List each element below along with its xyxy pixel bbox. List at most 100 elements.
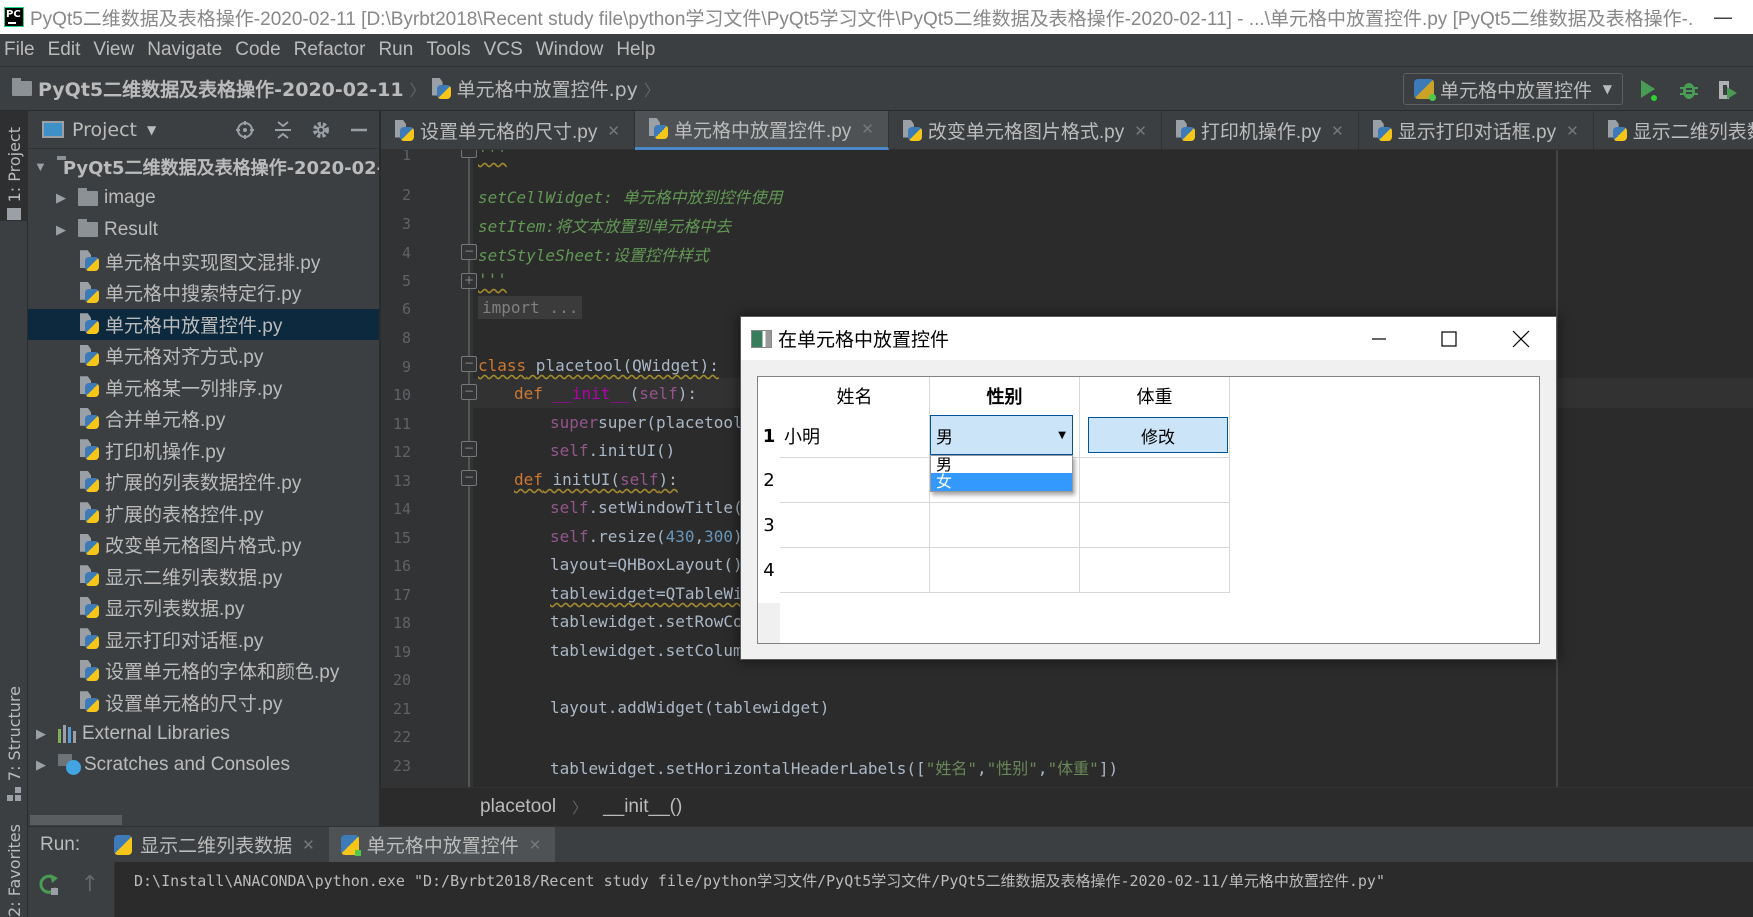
scroll-up-button[interactable]: ↑ [80,872,100,898]
tool-window-structure-tab[interactable]: 7: Structure [0,671,28,801]
tree-item-file[interactable]: 单元格中搜索特定行.py [28,277,379,309]
tool-window-favorites-tab[interactable]: 2: Favorites [0,811,28,917]
scrollbar-thumb[interactable] [30,815,122,825]
table-cell[interactable] [1080,458,1230,503]
tree-item-file[interactable]: 单元格某一列排序.py [28,372,379,404]
menu-code[interactable]: Code [230,39,288,61]
tree-item-file[interactable]: 设置单元格的字体和颜色.py [28,655,379,687]
table-cell[interactable] [780,503,930,548]
tree-item-file[interactable]: 设置单元格的尺寸.py [28,687,379,719]
row-header[interactable]: 4 [758,548,780,593]
tree-item-file[interactable]: 显示二维列表数据.py [28,561,379,593]
table-cell[interactable]: 小明 [780,415,930,458]
editor-tab[interactable]: 打印机操作.py ✕ [1162,111,1359,150]
tree-item-file[interactable]: 扩展的表格控件.py [28,498,379,530]
editor-tab[interactable]: 显示打印对话框.py ✕ [1359,111,1594,150]
table-cell[interactable] [930,503,1080,548]
folded-imports[interactable]: import ... [478,296,583,319]
editor-tab[interactable]: 改变单元格图片格式.py ✕ [889,111,1162,150]
project-view-selector[interactable]: Project [72,119,137,141]
run-with-coverage-button[interactable] [1714,77,1740,103]
run-tab-1[interactable]: 显示二维列表数据 ✕ [102,827,329,863]
collapse-arrow-icon[interactable]: ▶ [34,726,48,742]
column-header[interactable]: 姓名 [780,377,930,415]
combobox-option-male[interactable]: 男 [931,456,1072,473]
column-header[interactable]: 性别 [930,377,1080,415]
rerun-button[interactable] [36,872,62,898]
dialog-minimize-button[interactable] [1344,317,1414,360]
menu-vcs[interactable]: VCS [479,39,531,61]
qt-dialog-window[interactable]: 在单元格中放置控件 姓名 性别 体重 1 小明 2 3 4 男 ▼ 男 女 修改 [740,316,1557,660]
table-cell[interactable] [1080,503,1230,548]
settings-button[interactable] [311,120,331,140]
expand-fold-icon[interactable]: + [461,273,477,289]
editor-tab[interactable]: 设置单元格的尺寸.py ✕ [381,111,635,150]
tree-item-file[interactable]: 显示列表数据.py [28,592,379,624]
menu-file[interactable]: File [0,39,43,61]
fold-marker-icon[interactable]: − [461,356,477,372]
dialog-close-button[interactable] [1486,317,1556,360]
collapse-arrow-icon[interactable]: ▶ [54,222,68,238]
collapse-arrow-icon[interactable]: ▶ [54,190,68,206]
dialog-titlebar[interactable]: 在单元格中放置控件 [741,317,1556,360]
gender-combobox[interactable]: 男 ▼ [930,415,1073,455]
collapse-arrow-icon[interactable]: ▶ [34,757,48,773]
debug-button[interactable] [1676,77,1702,103]
tree-item-file[interactable]: 打印机操作.py [28,435,379,467]
row-header[interactable]: 1 [758,415,780,458]
chevron-down-icon[interactable]: ▼ [147,123,156,137]
breadcrumb-class[interactable]: placetool [480,796,556,818]
qtable-widget[interactable]: 姓名 性别 体重 1 小明 2 3 4 男 ▼ 男 女 修改 [757,376,1540,644]
tree-item-file[interactable]: 单元格对齐方式.py [28,340,379,372]
window-minimize-button[interactable]: — [1693,5,1753,29]
run-console[interactable]: ↑ D:\Install\ANACONDA\python.exe "D:/Byr… [28,862,1753,917]
menu-window[interactable]: Window [531,39,612,61]
tree-item-folder[interactable]: ▶ image [28,183,379,215]
tree-item-scratches[interactable]: ▶ Scratches and Consoles [28,750,379,782]
fold-marker-icon[interactable]: − [461,150,477,158]
edit-button[interactable]: 修改 [1088,417,1228,453]
breadcrumb-method[interactable]: __init__() [603,796,682,818]
row-header[interactable]: 2 [758,458,780,503]
row-header[interactable]: 3 [758,503,780,548]
run-tab-2[interactable]: 单元格中放置控件 ✕ [328,826,556,863]
nav-crumb-file[interactable]: 单元格中放置控件.py [432,75,638,102]
tree-item-root[interactable]: ▼ PyQt5二维数据及表格操作-2020-02-11 [28,151,379,183]
close-icon[interactable]: ✕ [1566,122,1579,140]
tool-window-project-tab[interactable]: 1: Project [0,111,28,221]
tree-item-external-libraries[interactable]: ▶ External Libraries [28,718,379,750]
column-header[interactable]: 体重 [1080,377,1230,415]
tree-item-file[interactable]: 扩展的列表数据控件.py [28,466,379,498]
fold-marker-icon[interactable]: − [461,384,477,400]
table-cell[interactable] [930,548,1080,593]
tree-item-folder[interactable]: ▶ Result [28,214,379,246]
close-icon[interactable]: ✕ [1134,122,1147,140]
locate-file-button[interactable] [235,120,255,140]
tree-item-file[interactable]: 合并单元格.py [28,403,379,435]
editor-tab[interactable]: 单元格中放置控件.py ✕ [634,111,889,150]
horizontal-scrollbar[interactable] [28,812,379,826]
hide-panel-button[interactable] [349,120,369,140]
expand-arrow-icon[interactable]: ▼ [34,159,47,174]
close-icon[interactable]: ✕ [529,836,542,854]
menu-help[interactable]: Help [611,39,663,61]
tree-item-file[interactable]: 改变单元格图片格式.py [28,529,379,561]
run-configuration-dropdown[interactable]: 单元格中放置控件 ▼ [1403,73,1623,105]
collapse-all-button[interactable] [273,120,293,140]
tree-item-file[interactable]: 单元格中放置控件.py [28,308,379,340]
nav-crumb-project[interactable]: PyQt5二维数据及表格操作-2020-02-11 [12,75,404,102]
table-cell[interactable] [780,548,930,593]
menu-view[interactable]: View [88,39,142,61]
fold-marker-icon[interactable]: − [461,470,477,486]
close-icon[interactable]: ✕ [607,122,620,140]
editor-tab[interactable]: 显示二维列表数据.py [1594,111,1753,150]
table-cell[interactable] [1080,548,1230,593]
fold-marker-icon[interactable]: − [461,441,477,457]
tree-item-file[interactable]: 单元格中实现图文混排.py [28,246,379,278]
menu-tools[interactable]: Tools [421,39,478,61]
close-icon[interactable]: ✕ [861,120,874,138]
menu-run[interactable]: Run [373,39,421,61]
menu-refactor[interactable]: Refactor [289,39,374,61]
combobox-option-female[interactable]: 女 [931,473,1072,491]
table-cell[interactable] [780,458,930,503]
